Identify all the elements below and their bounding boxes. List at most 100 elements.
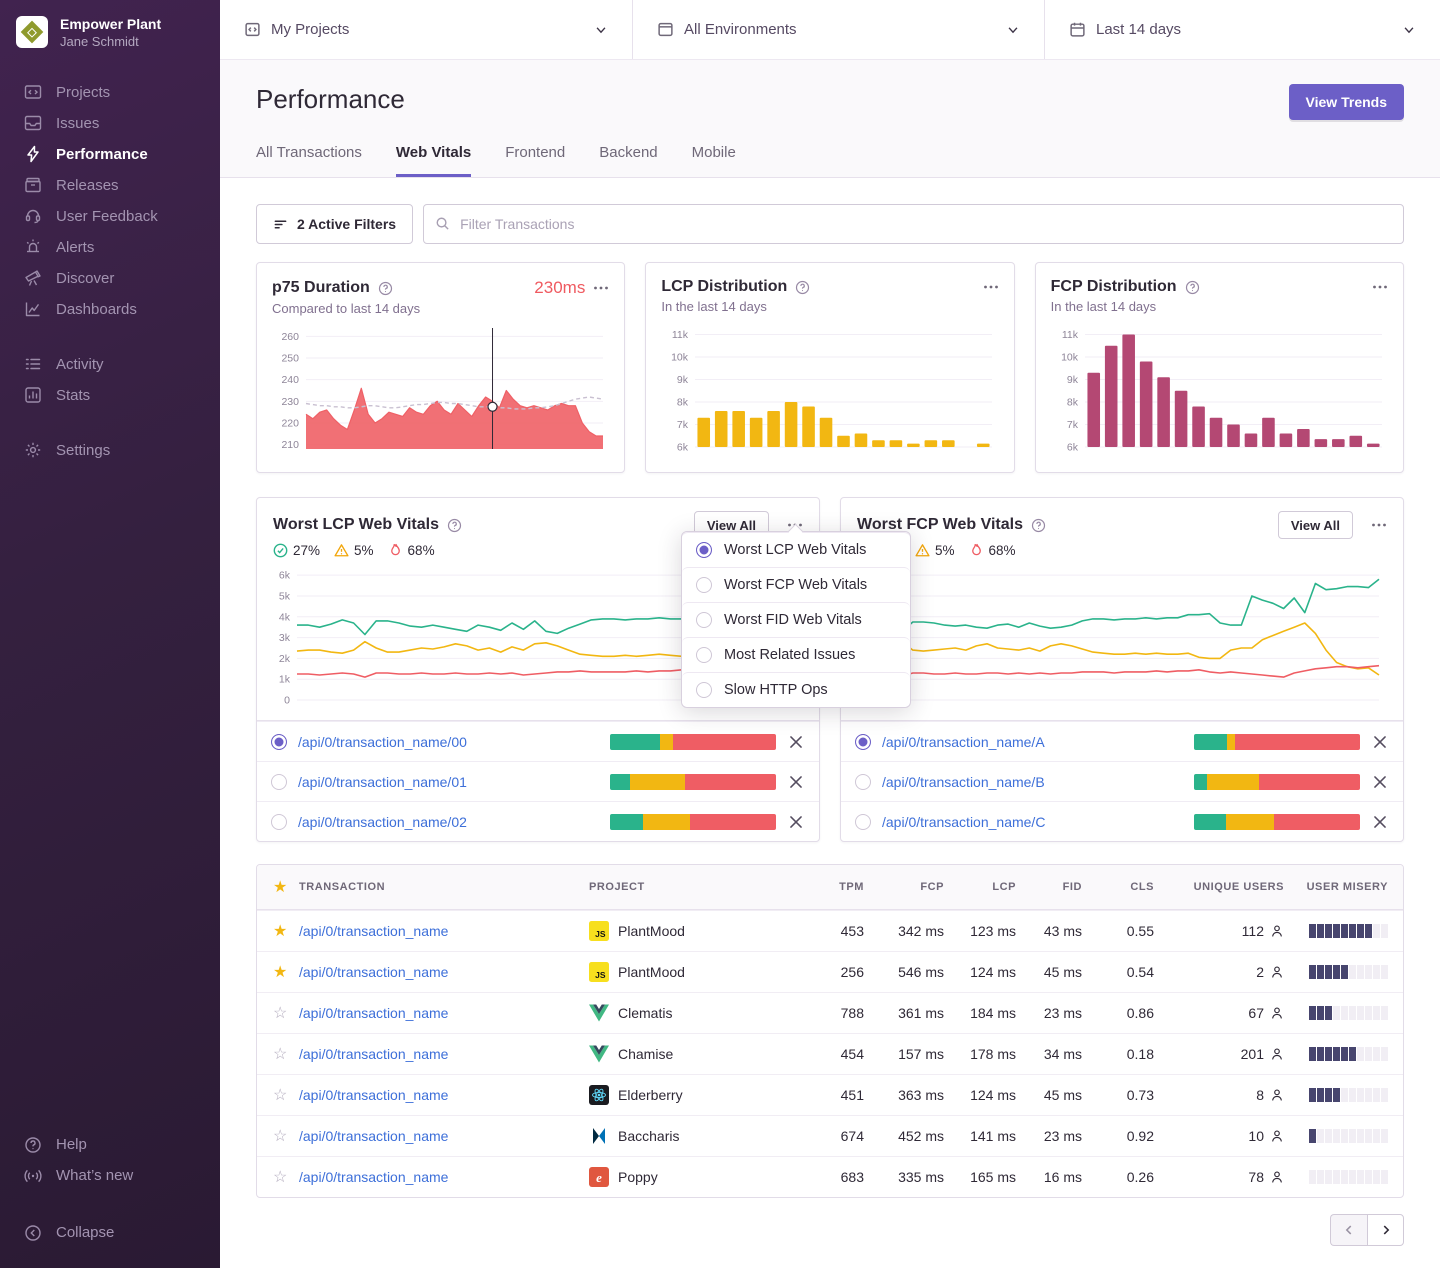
help-icon[interactable] [378,281,393,296]
help-icon[interactable] [447,518,462,533]
lcp-distribution-chart[interactable]: 11k10k9k8k7k6k [661,323,998,461]
table-row: /api/0/transaction_name Chamise 454 157 … [257,1033,1403,1074]
tab[interactable]: Mobile [692,144,736,177]
vitals-stacked-bar [1194,774,1360,790]
sidebar-item-user-feedback[interactable]: User Feedback [0,201,220,232]
project-picker-label: My Projects [271,21,349,38]
menu-radio[interactable] [696,612,712,628]
p75-duration-chart[interactable]: 260250240230220210 [272,325,609,463]
previous-page-button[interactable] [1330,1214,1367,1246]
transaction-radio[interactable] [271,774,287,790]
card-menu-button[interactable] [983,279,999,295]
sidebar-item-alerts[interactable]: Alerts [0,232,220,263]
remove-transaction-button[interactable] [1371,773,1389,791]
help-icon[interactable] [1031,518,1046,533]
next-page-button[interactable] [1367,1214,1404,1246]
transaction-link[interactable]: /api/0/transaction_name [299,1087,589,1103]
sidebar-item-issues[interactable]: Issues [0,108,220,139]
transaction-radio[interactable] [271,814,287,830]
help-icon[interactable] [795,280,810,295]
transaction-link[interactable]: /api/0/transaction_name/00 [298,734,467,750]
card-menu-button[interactable] [1371,517,1387,533]
help-icon[interactable] [1185,280,1200,295]
sidebar-item-activity[interactable]: Activity [0,349,220,380]
menu-radio[interactable] [696,647,712,663]
card-menu-button[interactable] [1372,279,1388,295]
vitals-menu-item[interactable]: Worst LCP Web Vitals [682,532,910,567]
favorite-star-button[interactable] [257,1167,299,1187]
tab[interactable]: Frontend [505,144,565,177]
sidebar-item-releases[interactable]: Releases [0,170,220,201]
favorite-star-button[interactable] [257,1003,299,1023]
environment-icon [657,21,674,38]
worst-fcp-chart[interactable]: 6k5k4k3k2k1k0 [851,564,1385,714]
remove-transaction-button[interactable] [787,733,805,751]
menu-radio[interactable] [696,577,712,593]
transaction-radio[interactable] [855,774,871,790]
favorite-star-button[interactable] [257,921,299,941]
fcp-distribution-chart[interactable]: 11k10k9k8k7k6k [1051,323,1388,461]
cls-cell: 0.54 [1082,964,1154,980]
tab[interactable]: Backend [599,144,657,177]
remove-transaction-button[interactable] [1371,733,1389,751]
tab[interactable]: Web Vitals [396,144,471,177]
active-filters-button[interactable]: 2 Active Filters [256,204,413,244]
view-trends-button[interactable]: View Trends [1289,84,1404,120]
favorite-star-button[interactable] [257,1085,299,1105]
transaction-link[interactable]: /api/0/transaction_name [299,964,589,980]
search-input[interactable] [423,204,1404,244]
sidebar-item-dashboards[interactable]: Dashboards [0,294,220,325]
transaction-link[interactable]: /api/0/transaction_name [299,1005,589,1021]
transaction-link[interactable]: /api/0/transaction_name/C [882,814,1045,830]
transaction-link[interactable]: /api/0/transaction_name [299,1169,589,1185]
view-all-button[interactable]: View All [1278,511,1353,539]
transaction-link[interactable]: /api/0/transaction_name/A [882,734,1045,750]
transaction-link[interactable]: /api/0/transaction_name [299,923,589,939]
sidebar-item-discover[interactable]: Discover [0,263,220,294]
vitals-stat-value: 5% [354,543,374,558]
favorite-star-button[interactable] [257,962,299,982]
menu-radio[interactable] [696,682,712,698]
transaction-radio[interactable] [271,734,287,750]
org-switcher[interactable]: Empower Plant Jane Schmidt [0,16,220,49]
org-logo-icon [16,16,48,48]
sidebar-item-stats[interactable]: Stats [0,380,220,411]
transaction-radio[interactable] [855,814,871,830]
menu-radio[interactable] [696,542,712,558]
card-menu-button[interactable] [593,280,609,296]
star-column-header[interactable] [257,877,299,897]
svg-text:240: 240 [281,374,299,386]
environment-picker[interactable]: All Environments [632,0,1044,59]
sidebar-collapse-button[interactable]: Collapse [0,1217,220,1248]
vitals-menu-item[interactable]: Slow HTTP Ops [682,672,910,707]
sidebar-item-performance[interactable]: Performance [0,139,220,170]
favorite-star-button[interactable] [257,1044,299,1064]
sidebar-item-whats-new[interactable]: What’s new [0,1160,220,1191]
transaction-link[interactable]: /api/0/transaction_name/02 [298,814,467,830]
remove-transaction-button[interactable] [787,813,805,831]
table-header: TRANSACTION PROJECT TPM FCP LCP FID CLS … [257,865,1403,910]
project-cell: JS PlantMood [589,921,804,941]
sidebar-item-projects[interactable]: Projects [0,77,220,108]
date-range-picker[interactable]: Last 14 days [1044,0,1440,59]
tab[interactable]: All Transactions [256,144,362,177]
vitals-stat: 68% [388,543,435,558]
remove-transaction-button[interactable] [787,773,805,791]
lcp-cell: 178 ms [944,1046,1016,1062]
project-picker[interactable]: My Projects [220,0,632,59]
remove-transaction-button[interactable] [1371,813,1389,831]
transaction-link[interactable]: /api/0/transaction_name [299,1128,589,1144]
vitals-menu-item[interactable]: Worst FCP Web Vitals [682,567,910,602]
sidebar-item-settings[interactable]: Settings [0,435,220,466]
column-header-transaction: TRANSACTION [299,881,589,893]
transaction-radio[interactable] [855,734,871,750]
sidebar-item-help[interactable]: Help [0,1129,220,1160]
menu-item-label: Worst LCP Web Vitals [724,542,866,558]
transaction-link[interactable]: /api/0/transaction_name/B [882,774,1045,790]
card-title: LCP Distribution [661,278,787,296]
transaction-link[interactable]: /api/0/transaction_name/01 [298,774,467,790]
transaction-link[interactable]: /api/0/transaction_name [299,1046,589,1062]
vitals-menu-item[interactable]: Worst FID Web Vitals [682,602,910,637]
vitals-menu-item[interactable]: Most Related Issues [682,637,910,672]
favorite-star-button[interactable] [257,1126,299,1146]
